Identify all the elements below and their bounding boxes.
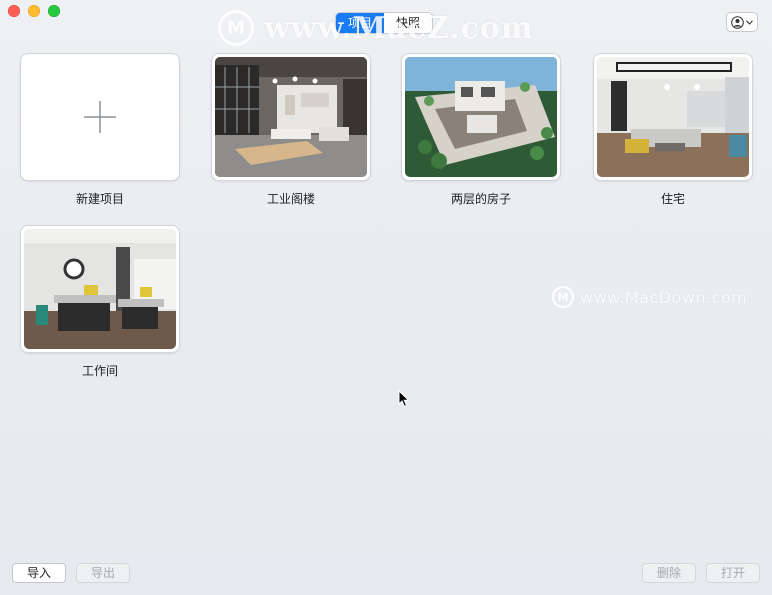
tab-projects[interactable]: 项目 bbox=[336, 13, 385, 33]
watermark-logo: M bbox=[218, 10, 254, 46]
project-thumbnail[interactable] bbox=[211, 53, 371, 181]
workspace-render bbox=[24, 229, 176, 349]
project-label: 住宅 bbox=[660, 192, 685, 206]
open-button[interactable]: 打开 bbox=[706, 563, 760, 583]
close-window-button[interactable] bbox=[8, 5, 20, 17]
project-card-industrial-loft[interactable]: 工业阁楼 bbox=[211, 53, 371, 206]
chevron-down-icon bbox=[746, 19, 753, 25]
delete-button[interactable]: 删除 bbox=[642, 563, 696, 583]
project-thumbnail[interactable] bbox=[20, 53, 180, 181]
industrial-loft-render bbox=[215, 57, 367, 177]
residence-render bbox=[597, 57, 749, 177]
project-thumbnail[interactable] bbox=[593, 53, 753, 181]
title-bar: 项目 快照 M www.MacZ.com bbox=[0, 0, 772, 46]
watermark-mid: M www.MacDown.com bbox=[552, 286, 747, 308]
project-card-workspace[interactable]: 工作间 bbox=[20, 225, 180, 378]
project-card-new[interactable]: 新建项目 bbox=[20, 53, 180, 206]
watermark-text: www.MacDown.com bbox=[580, 287, 748, 307]
tab-snapshots[interactable]: 快照 bbox=[384, 13, 432, 33]
project-thumbnail[interactable] bbox=[20, 225, 180, 353]
two-story-house-render bbox=[405, 57, 557, 177]
zoom-window-button[interactable] bbox=[48, 5, 60, 17]
view-segmented-control: 项目 快照 bbox=[335, 12, 434, 34]
account-menu-button[interactable] bbox=[726, 12, 758, 32]
plus-icon bbox=[84, 101, 116, 133]
project-label: 工业阁楼 bbox=[266, 192, 315, 206]
project-label: 工作间 bbox=[81, 364, 118, 378]
import-button[interactable]: 导入 bbox=[12, 563, 66, 583]
project-thumbnail[interactable] bbox=[401, 53, 561, 181]
project-card-residence[interactable]: 住宅 bbox=[593, 53, 753, 206]
project-label: 新建项目 bbox=[75, 192, 124, 206]
app-window: 项目 快照 M www.MacZ.com 新建项目 工业阁楼 两层的房子 住宅 … bbox=[0, 0, 772, 595]
project-label: 两层的房子 bbox=[450, 192, 511, 206]
mouse-pointer-icon bbox=[398, 390, 410, 408]
person-circle-icon bbox=[731, 15, 744, 29]
minimize-window-button[interactable] bbox=[28, 5, 40, 17]
export-button[interactable]: 导出 bbox=[76, 563, 130, 583]
project-card-two-story-house[interactable]: 两层的房子 bbox=[401, 53, 561, 206]
watermark-logo: M bbox=[552, 286, 574, 308]
